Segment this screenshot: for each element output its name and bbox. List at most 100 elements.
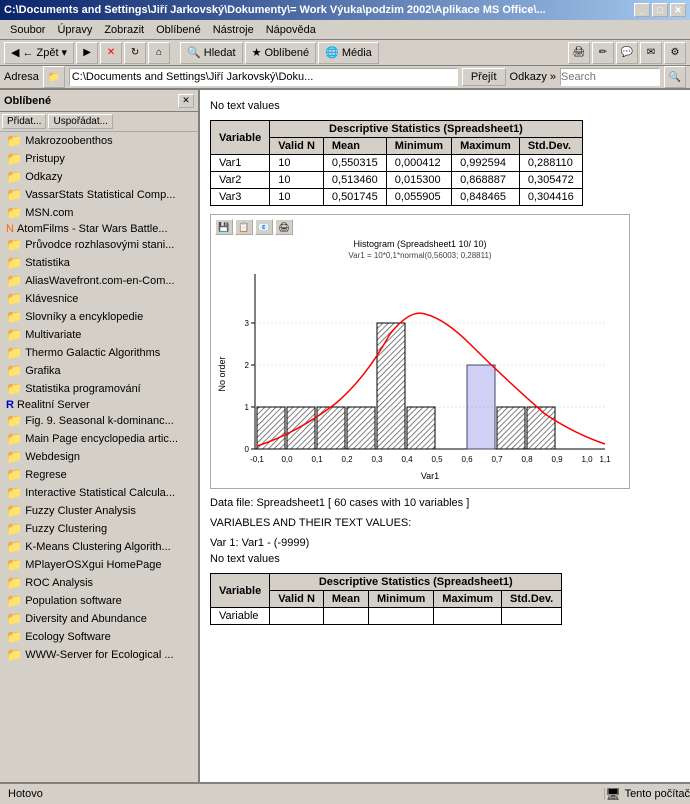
- cell: [502, 608, 562, 625]
- sidebar-item-label: Fuzzy Clustering: [25, 523, 107, 535]
- edit-button[interactable]: ✏: [592, 42, 614, 64]
- sidebar-item-14[interactable]: 📁Statistika programování: [0, 380, 198, 398]
- search-button[interactable]: 🔍 Hledat: [180, 42, 243, 64]
- folder-icon: 📁: [6, 557, 22, 573]
- organize-button[interactable]: Uspořádat...: [48, 114, 112, 129]
- sidebar-item-label: Průvodce rozhlasovými stani...: [25, 239, 174, 251]
- sidebar-item-20[interactable]: 📁Interactive Statistical Calcula...: [0, 484, 198, 502]
- sidebar-item-7[interactable]: 📁Statistika: [0, 254, 198, 272]
- home-button[interactable]: ⌂: [148, 42, 170, 64]
- sidebar-item-label: K-Means Clustering Algorith...: [25, 541, 171, 553]
- links-button[interactable]: Odkazy »: [510, 71, 556, 83]
- sidebar-close-button[interactable]: ✕: [178, 94, 194, 108]
- go-button[interactable]: Přejít: [462, 68, 506, 86]
- histogram-container: 💾 📋 📧 🖨 Histogram (Spreadsheet1 10/ 10) …: [210, 214, 630, 489]
- svg-text:0,2: 0,2: [341, 455, 353, 464]
- discuss-button[interactable]: 💬: [616, 42, 638, 64]
- minimize-button[interactable]: _: [634, 3, 650, 17]
- sidebar-item-13[interactable]: 📁Grafika: [0, 362, 198, 380]
- sidebar-item-3[interactable]: 📁VassarStats Statistical Comp...: [0, 186, 198, 204]
- stddev-header: Std.Dev.: [519, 138, 582, 155]
- sidebar-item-8[interactable]: 📁AliasWavefront.com-en-Com...: [0, 272, 198, 290]
- sidebar-item-16[interactable]: 📁Fig. 9. Seasonal k-dominanc...: [0, 412, 198, 430]
- favorites-button[interactable]: ★ Oblíbené: [245, 42, 317, 64]
- discuss-icon: 💬: [621, 47, 633, 58]
- folder-icon: 📁: [6, 485, 22, 501]
- sidebar-item-6[interactable]: 📁Průvodce rozhlasovými stani...: [0, 236, 198, 254]
- histogram-subtitle: Var1 = 10*0,1*normal(0,56003; 0,28811): [215, 251, 625, 260]
- no-text-values-2: No text values: [210, 553, 680, 565]
- variable-header-2: Variable: [211, 574, 270, 608]
- sidebar-item-5[interactable]: NAtomFilms - Star Wars Battle...: [0, 222, 198, 236]
- menu-view[interactable]: Zobrazit: [98, 22, 150, 38]
- sidebar-item-15[interactable]: RRealitní Server: [0, 398, 198, 412]
- menu-file[interactable]: Soubor: [4, 22, 51, 38]
- sidebar-item-28[interactable]: 📁Ecology Software: [0, 628, 198, 646]
- menu-tools[interactable]: Nástroje: [207, 22, 260, 38]
- favorites-label: Oblíbené: [264, 47, 309, 59]
- forward-button[interactable]: ▶: [76, 42, 98, 64]
- add-button[interactable]: Přidat...: [2, 114, 46, 129]
- table-row: Var1100,5503150,0004120,9925940,288110: [211, 155, 583, 172]
- sidebar-item-29[interactable]: 📁WWW-Server for Ecological ...: [0, 646, 198, 664]
- svg-text:1,1: 1,1: [599, 455, 611, 464]
- search-go-icon[interactable]: 🔍: [664, 66, 686, 88]
- sidebar-item-label: AtomFilms - Star Wars Battle...: [17, 223, 168, 235]
- options-button[interactable]: ⚙: [664, 42, 686, 64]
- sidebar-item-26[interactable]: 📁Population software: [0, 592, 198, 610]
- svg-text:0,8: 0,8: [521, 455, 533, 464]
- stop-button[interactable]: ✕: [100, 42, 122, 64]
- folder-icon: 📁: [6, 187, 22, 203]
- media-icon: 🌐: [325, 46, 339, 59]
- menu-edit[interactable]: Úpravy: [51, 22, 98, 38]
- folder-icon-button[interactable]: 📁: [43, 66, 65, 88]
- sidebar-item-label: MSN.com: [25, 207, 73, 219]
- sidebar-item-2[interactable]: 📁Odkazy: [0, 168, 198, 186]
- close-button[interactable]: ✕: [670, 3, 686, 17]
- hist-save-button[interactable]: 💾: [215, 219, 233, 235]
- sidebar-item-22[interactable]: 📁Fuzzy Clustering: [0, 520, 198, 538]
- refresh-button[interactable]: ↻: [124, 42, 146, 64]
- menu-favorites[interactable]: Oblíbené: [150, 22, 207, 38]
- hist-options-button[interactable]: 🖨: [275, 219, 293, 235]
- sidebar-item-label: Multivariate: [25, 329, 81, 341]
- sidebar-item-17[interactable]: 📁Main Page encyclopedia artic...: [0, 430, 198, 448]
- sidebar-item-12[interactable]: 📁Thermo Galactic Algorithms: [0, 344, 198, 362]
- hist-print-button[interactable]: 📧: [255, 219, 273, 235]
- sidebar-item-21[interactable]: 📁Fuzzy Cluster Analysis: [0, 502, 198, 520]
- svg-text:3: 3: [245, 319, 250, 328]
- maximize-button[interactable]: □: [652, 3, 668, 17]
- print-icon: 🖨: [573, 47, 586, 58]
- sidebar-item-25[interactable]: 📁ROC Analysis: [0, 574, 198, 592]
- back-button[interactable]: ◀ ← Zpět ▾: [4, 42, 74, 64]
- sidebar-item-label: Webdesign: [25, 451, 80, 463]
- hist-copy-button[interactable]: 📋: [235, 219, 253, 235]
- sidebar-item-19[interactable]: 📁Regrese: [0, 466, 198, 484]
- cell-2-1: 10: [270, 189, 324, 206]
- sidebar-item-9[interactable]: 📁Klávesnice: [0, 290, 198, 308]
- sidebar-item-18[interactable]: 📁Webdesign: [0, 448, 198, 466]
- table-row: Variable: [211, 608, 562, 625]
- search-input[interactable]: [560, 68, 660, 86]
- menu-help[interactable]: Nápověda: [260, 22, 322, 38]
- sidebar-item-1[interactable]: 📁Pristupy: [0, 150, 198, 168]
- sidebar-item-24[interactable]: 📁MPlayerOSXgui HomePage: [0, 556, 198, 574]
- address-input[interactable]: [69, 68, 458, 86]
- sidebar-item-27[interactable]: 📁Diversity and Abundance: [0, 610, 198, 628]
- sidebar-item-label: Statistika: [25, 257, 70, 269]
- cell: Variable: [211, 608, 270, 625]
- sidebar-item-23[interactable]: 📁K-Means Clustering Algorith...: [0, 538, 198, 556]
- messenger-button[interactable]: ✉: [640, 42, 662, 64]
- sidebar-item-10[interactable]: 📁Slovníky a encyklopedie: [0, 308, 198, 326]
- media-button[interactable]: 🌐 Média: [318, 42, 379, 64]
- print-button[interactable]: 🖨: [568, 42, 590, 64]
- home-icon: ⌂: [156, 47, 162, 58]
- sidebar-item-label: ROC Analysis: [25, 577, 93, 589]
- sidebar-item-11[interactable]: 📁Multivariate: [0, 326, 198, 344]
- sidebar-item-0[interactable]: 📁Makrozoobenthos: [0, 132, 198, 150]
- histogram-toolbar: 💾 📋 📧 🖨: [215, 219, 625, 235]
- sidebar-item-4[interactable]: 📁MSN.com: [0, 204, 198, 222]
- media-label: Média: [342, 47, 372, 59]
- cell-2-5: 0,304416: [519, 189, 582, 206]
- sidebar-item-label: Main Page encyclopedia artic...: [25, 433, 178, 445]
